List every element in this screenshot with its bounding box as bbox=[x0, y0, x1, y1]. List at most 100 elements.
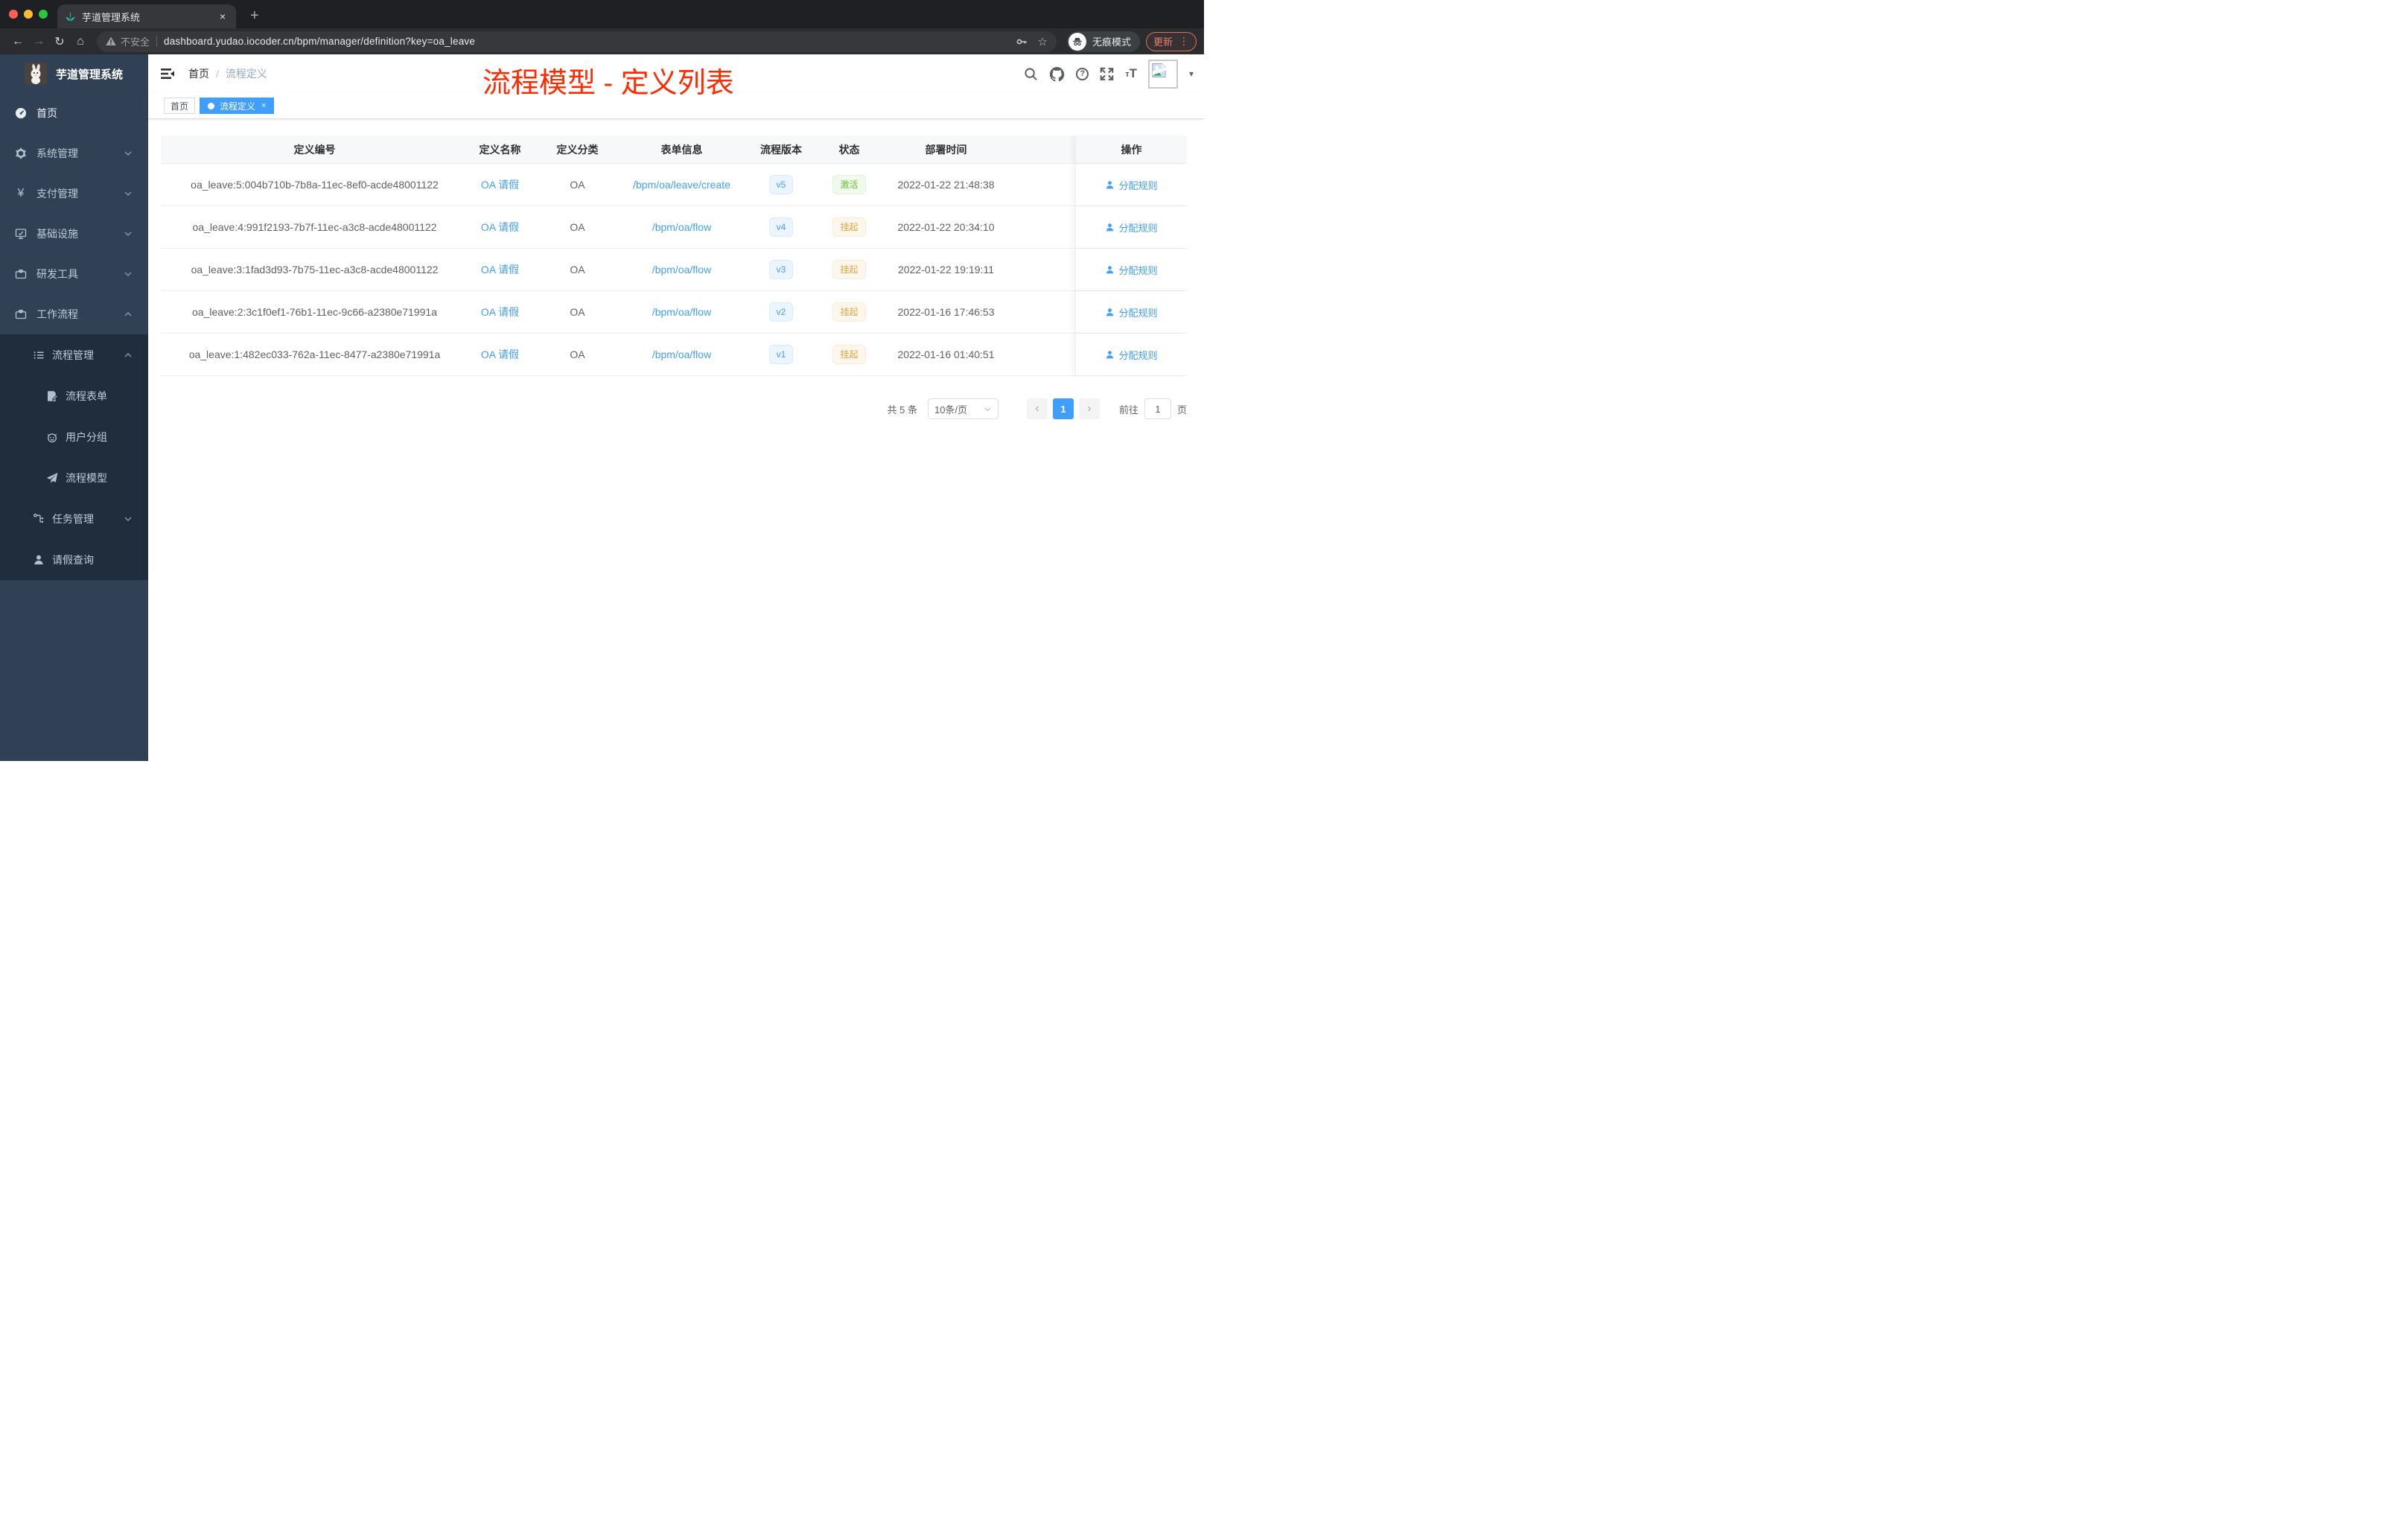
form-link[interactable]: /bpm/oa/flow bbox=[652, 348, 711, 360]
col-header-time: 部署时间 bbox=[925, 143, 967, 156]
form-link[interactable]: /bpm/oa/leave/create bbox=[633, 179, 730, 191]
sidebar-item-payment[interactable]: ¥ 支付管理 bbox=[0, 173, 148, 214]
main-area: 首页 / 流程定义 ? тT ▾ 首页 流程定义 × 定义编号 定义名称 定义分… bbox=[148, 54, 1204, 761]
sidebar-logo-row[interactable]: 芋道管理系统 bbox=[0, 54, 148, 93]
org-tree-icon bbox=[33, 513, 45, 525]
bookmark-star-icon[interactable]: ☆ bbox=[1038, 35, 1048, 48]
definition-name-link[interactable]: OA 请假 bbox=[481, 220, 519, 235]
tag-process-definition[interactable]: 流程定义 × bbox=[200, 98, 275, 114]
status-badge: 挂起 bbox=[832, 217, 866, 237]
cell-definition-id: oa_leave:4:991f2193-7b7f-11ec-a3c8-acde4… bbox=[192, 221, 437, 233]
sidebar-item-process-management[interactable]: 流程管理 bbox=[0, 334, 148, 375]
sidebar-collapse-icon[interactable] bbox=[160, 66, 175, 81]
chevron-up-icon bbox=[124, 310, 133, 319]
form-link[interactable]: /bpm/oa/flow bbox=[652, 221, 711, 233]
sidebar: 芋道管理系统 首页 系统管理 ¥ 支付管理 基础设施 研发工具 工作流程 流程管… bbox=[0, 54, 148, 761]
home-icon[interactable]: ⌂ bbox=[70, 35, 91, 48]
assign-rule-button[interactable]: 分配规则 bbox=[1105, 263, 1158, 277]
breadcrumb-current: 流程定义 bbox=[225, 68, 267, 80]
help-icon[interactable]: ? bbox=[1076, 67, 1089, 80]
back-icon[interactable]: ← bbox=[7, 35, 28, 48]
chevron-down-icon bbox=[124, 149, 133, 158]
browser-tab[interactable]: 芋道管理系统 × bbox=[57, 4, 236, 28]
assign-rule-button[interactable]: 分配规则 bbox=[1105, 305, 1158, 319]
minimize-window-button[interactable] bbox=[24, 10, 33, 19]
cell-deploy-time: 2022-01-16 01:40:51 bbox=[897, 348, 995, 360]
tab-close-icon[interactable]: × bbox=[217, 10, 229, 22]
assign-rule-button[interactable]: 分配规则 bbox=[1105, 348, 1158, 362]
sidebar-item-user-group[interactable]: 用户分组 bbox=[0, 416, 148, 457]
definition-name-link[interactable]: OA 请假 bbox=[481, 177, 519, 192]
sidebar-app-title: 芋道管理系统 bbox=[56, 68, 124, 81]
col-header-version: 流程版本 bbox=[760, 143, 802, 156]
status-badge: 激活 bbox=[832, 175, 866, 194]
avatar[interactable] bbox=[1147, 59, 1178, 89]
sidebar-item-task-management[interactable]: 任务管理 bbox=[0, 498, 148, 539]
reload-icon[interactable]: ↻ bbox=[49, 34, 70, 49]
cell-category: OA bbox=[570, 221, 585, 233]
sidebar-item-leave-query[interactable]: 请假查询 bbox=[0, 539, 148, 580]
password-key-icon[interactable] bbox=[1016, 36, 1028, 48]
address-bar[interactable]: 不安全 dashboard.yudao.iocoder.cn/bpm/manag… bbox=[97, 31, 1057, 52]
dashboard-gauge-icon bbox=[15, 107, 27, 119]
cell-definition-id: oa_leave:3:1fad3d93-7b75-11ec-a3c8-acde4… bbox=[191, 264, 439, 276]
current-page-button[interactable]: 1 bbox=[1052, 398, 1074, 419]
cell-deploy-time: 2022-01-22 19:19:11 bbox=[898, 264, 994, 276]
tag-close-icon[interactable]: × bbox=[261, 101, 266, 110]
tab-strip: 芋道管理系统 × + bbox=[0, 0, 1204, 28]
sidebar-item-dev-tools[interactable]: 研发工具 bbox=[0, 254, 148, 294]
definition-name-link[interactable]: OA 请假 bbox=[481, 347, 519, 362]
goto-page-input[interactable] bbox=[1144, 398, 1171, 419]
font-size-icon[interactable]: тT bbox=[1125, 67, 1137, 80]
sidebar-item-system[interactable]: 系统管理 bbox=[0, 133, 148, 173]
sidebar-item-process-form[interactable]: 流程表单 bbox=[0, 375, 148, 416]
chevron-down-icon bbox=[124, 229, 133, 238]
search-icon[interactable] bbox=[1024, 67, 1038, 81]
github-icon[interactable] bbox=[1049, 66, 1065, 82]
cell-deploy-time: 2022-01-16 17:46:53 bbox=[897, 306, 995, 318]
close-window-button[interactable] bbox=[9, 10, 18, 19]
assign-rule-button[interactable]: 分配规则 bbox=[1105, 220, 1158, 235]
paper-plane-icon bbox=[46, 472, 58, 484]
next-page-button[interactable]: › bbox=[1078, 398, 1100, 419]
yen-icon: ¥ bbox=[17, 187, 25, 200]
form-link[interactable]: /bpm/oa/flow bbox=[652, 264, 711, 276]
breadcrumb-home[interactable]: 首页 bbox=[188, 66, 209, 81]
page-size-select[interactable]: 10条/页 bbox=[927, 398, 998, 419]
breadcrumb: 首页 / 流程定义 bbox=[188, 66, 267, 81]
forward-icon[interactable]: → bbox=[28, 35, 49, 48]
pagination-total: 共 5 条 bbox=[887, 404, 917, 415]
chevron-down-icon bbox=[124, 270, 133, 278]
form-link[interactable]: /bpm/oa/flow bbox=[652, 306, 711, 318]
table-row: oa_leave:4:991f2193-7b7f-11ec-a3c8-acde4… bbox=[161, 206, 1187, 249]
not-secure-label[interactable]: 不安全 bbox=[121, 34, 150, 48]
table-row: oa_leave:1:482ec033-762a-11ec-8477-a2380… bbox=[161, 334, 1187, 376]
workflow-submenu: 流程管理 流程表单 用户分组 流程模型 任务管理 请假查询 bbox=[0, 334, 148, 580]
status-badge: 挂起 bbox=[832, 302, 866, 322]
browser-toolbar: ← → ↻ ⌂ 不安全 dashboard.yudao.iocoder.cn/b… bbox=[0, 28, 1204, 54]
person-icon bbox=[33, 554, 45, 566]
assign-rule-button[interactable]: 分配规则 bbox=[1105, 178, 1158, 192]
page-content: 定义编号 定义名称 定义分类 表单信息 流程版本 状态 部署时间 操作 oa_l… bbox=[148, 119, 1204, 761]
zoom-window-button[interactable] bbox=[39, 10, 48, 19]
browser-menu-icon[interactable]: ⋮ bbox=[1179, 35, 1189, 48]
incognito-label: 无痕模式 bbox=[1092, 36, 1131, 48]
sidebar-item-process-model[interactable]: 流程模型 bbox=[0, 457, 148, 498]
sidebar-item-infrastructure[interactable]: 基础设施 bbox=[0, 214, 148, 254]
browser-update-button[interactable]: 更新 ⋮ bbox=[1145, 31, 1197, 51]
prev-page-button[interactable]: ‹ bbox=[1026, 398, 1048, 419]
table-row: oa_leave:5:004b710b-7b8a-11ec-8ef0-acde4… bbox=[161, 164, 1187, 206]
avatar-caret-icon[interactable]: ▾ bbox=[1189, 69, 1194, 79]
new-tab-button[interactable]: + bbox=[246, 5, 264, 26]
sidebar-item-workflow[interactable]: 工作流程 bbox=[0, 294, 148, 334]
table-header-row: 定义编号 定义名称 定义分类 表单信息 流程版本 状态 部署时间 操作 bbox=[161, 136, 1187, 164]
col-header-status: 状态 bbox=[838, 143, 860, 156]
fullscreen-icon[interactable] bbox=[1100, 67, 1114, 81]
chevron-down-icon bbox=[984, 407, 991, 411]
definition-name-link[interactable]: OA 请假 bbox=[481, 305, 519, 319]
sidebar-item-home[interactable]: 首页 bbox=[0, 93, 148, 133]
url-text[interactable]: dashboard.yudao.iocoder.cn/bpm/manager/d… bbox=[164, 36, 475, 47]
definition-name-link[interactable]: OA 请假 bbox=[481, 262, 519, 277]
table-row: oa_leave:3:1fad3d93-7b75-11ec-a3c8-acde4… bbox=[161, 249, 1187, 291]
tag-home[interactable]: 首页 bbox=[164, 98, 196, 114]
